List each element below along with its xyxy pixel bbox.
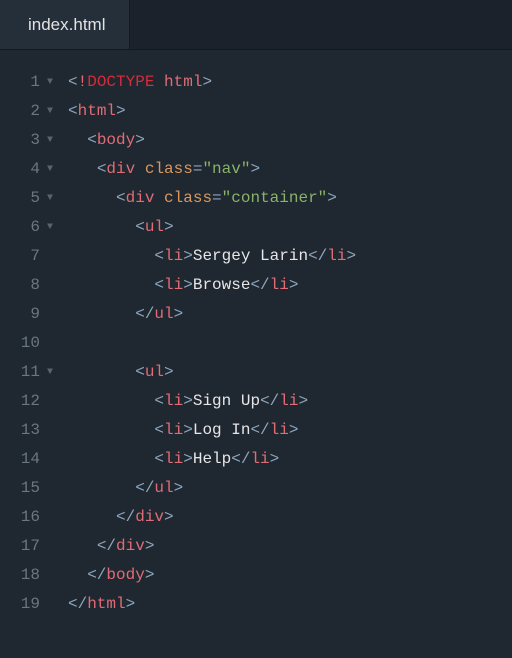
tab-label: index.html <box>28 15 105 35</box>
gutter-line[interactable]: 14▼ <box>0 445 60 474</box>
gutter-line[interactable]: 7▼ <box>0 242 60 271</box>
code-line: <body> <box>60 126 512 155</box>
code-line: <div class="container"> <box>60 184 512 213</box>
gutter-line[interactable]: 19▼ <box>0 590 60 619</box>
code-line: </body> <box>60 561 512 590</box>
fold-icon[interactable]: ▼ <box>46 155 54 184</box>
text-sign-up: Sign Up <box>193 392 260 410</box>
code-line: </div> <box>60 503 512 532</box>
fold-icon[interactable]: ▼ <box>46 358 54 387</box>
tab-bar: index.html <box>0 0 512 50</box>
gutter-line[interactable]: 15▼ <box>0 474 60 503</box>
code-line: <li>Browse</li> <box>60 271 512 300</box>
gutter-line[interactable]: 2▼ <box>0 97 60 126</box>
text-log-in: Log In <box>193 421 251 439</box>
gutter-line[interactable]: 12▼ <box>0 387 60 416</box>
gutter-line[interactable]: 16▼ <box>0 503 60 532</box>
fold-icon[interactable]: ▼ <box>46 126 54 155</box>
code-line: <div class="nav"> <box>60 155 512 184</box>
gutter-line[interactable]: 9▼ <box>0 300 60 329</box>
code-line: <!DOCTYPE html> <box>60 68 512 97</box>
text-browse: Browse <box>193 276 251 294</box>
code-line: <ul> <box>60 358 512 387</box>
code-line: </html> <box>60 590 512 619</box>
gutter-line[interactable]: 11▼ <box>0 358 60 387</box>
fold-icon[interactable]: ▼ <box>46 97 54 126</box>
code-editor[interactable]: 1▼ 2▼ 3▼ 4▼ 5▼ 6▼ 7▼ 8▼ 9▼ 10▼ 11▼ 12▼ 1… <box>0 50 512 619</box>
code-line: <li>Sergey Larin</li> <box>60 242 512 271</box>
gutter-line[interactable]: 3▼ <box>0 126 60 155</box>
gutter-line[interactable]: 5▼ <box>0 184 60 213</box>
code-line: <li>Help</li> <box>60 445 512 474</box>
code-line: <html> <box>60 97 512 126</box>
fold-icon[interactable]: ▼ <box>46 68 54 97</box>
gutter-line[interactable]: 1▼ <box>0 68 60 97</box>
text-sergey-larin: Sergey Larin <box>193 247 308 265</box>
code-line: <li>Sign Up</li> <box>60 387 512 416</box>
code-line: </ul> <box>60 474 512 503</box>
code-line: </div> <box>60 532 512 561</box>
gutter: 1▼ 2▼ 3▼ 4▼ 5▼ 6▼ 7▼ 8▼ 9▼ 10▼ 11▼ 12▼ 1… <box>0 68 60 619</box>
fold-icon[interactable]: ▼ <box>46 184 54 213</box>
gutter-line[interactable]: 17▼ <box>0 532 60 561</box>
fold-icon[interactable]: ▼ <box>46 213 54 242</box>
gutter-line[interactable]: 6▼ <box>0 213 60 242</box>
gutter-line[interactable]: 8▼ <box>0 271 60 300</box>
code-line <box>60 329 512 358</box>
gutter-line[interactable]: 10▼ <box>0 329 60 358</box>
gutter-line[interactable]: 18▼ <box>0 561 60 590</box>
code-area[interactable]: <!DOCTYPE html> <html> <body> <div class… <box>60 68 512 619</box>
tab-index-html[interactable]: index.html <box>0 0 130 49</box>
gutter-line[interactable]: 4▼ <box>0 155 60 184</box>
code-line: <ul> <box>60 213 512 242</box>
code-line: </ul> <box>60 300 512 329</box>
code-line: <li>Log In</li> <box>60 416 512 445</box>
text-help: Help <box>193 450 231 468</box>
gutter-line[interactable]: 13▼ <box>0 416 60 445</box>
